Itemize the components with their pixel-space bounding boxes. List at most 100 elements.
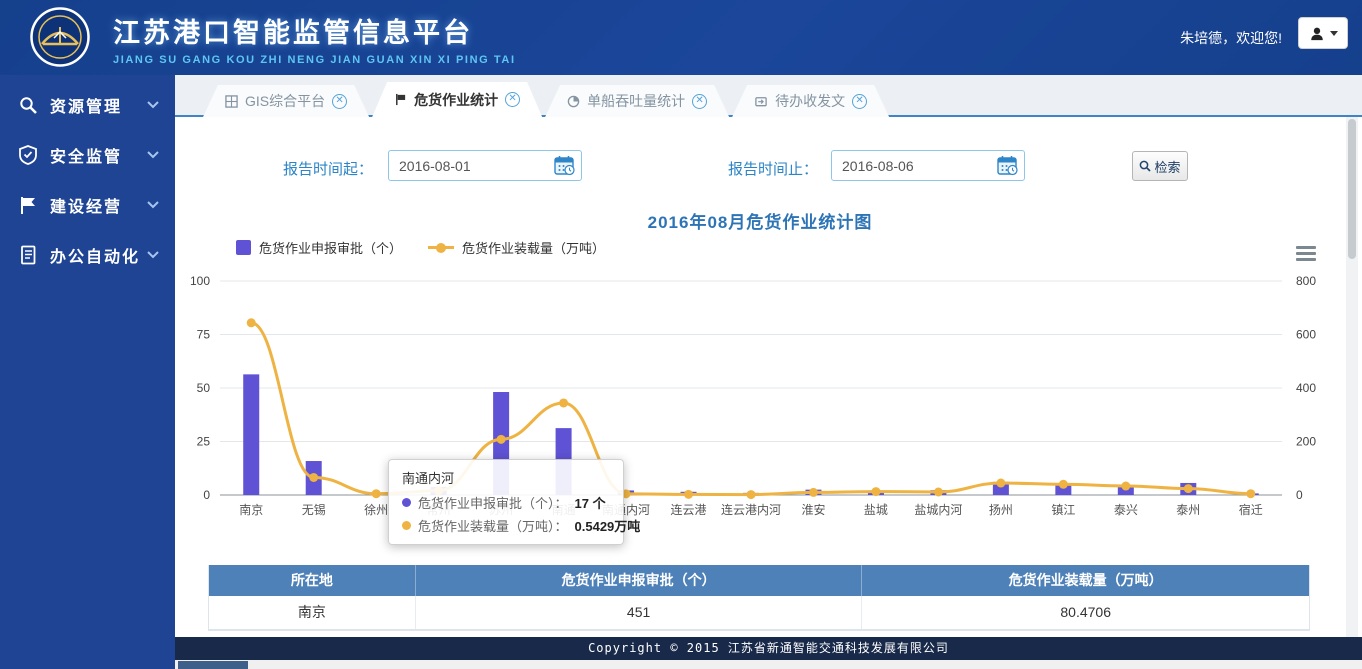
table-cell-location: 南京 (209, 596, 416, 629)
tab-close-icon[interactable]: ✕ (332, 94, 347, 109)
x-axis-label: 南京 (239, 502, 263, 517)
right-axis-tick: 0 (1296, 488, 1303, 502)
table-header: 危货作业申报审批（个） (416, 565, 863, 596)
sidebar-item-construction-operation[interactable]: 建设经营 (0, 180, 175, 230)
scrollbar-thumb[interactable] (1348, 119, 1356, 259)
statistics-chart[interactable]: 02550751000200400600800南京无锡徐州常州苏州南通南通内河连… (175, 230, 1355, 530)
bar-series-dot (402, 498, 411, 507)
taskbar-fragment (178, 661, 248, 669)
right-axis-tick: 800 (1296, 274, 1316, 288)
user-icon (1309, 25, 1325, 42)
sidebar-item-label: 资源管理 (50, 93, 147, 117)
tab-ship-throughput-stats[interactable]: 单船吞吐量统计 ✕ (545, 85, 729, 117)
line-point[interactable] (1246, 489, 1255, 498)
shield-icon (18, 145, 38, 165)
right-axis-tick: 200 (1296, 435, 1316, 449)
report-start-input[interactable] (388, 150, 582, 181)
sidebar-nav: 资源管理 安全监管 建设经营 (0, 75, 175, 669)
x-axis-label: 淮安 (801, 502, 825, 517)
sidebar-item-safety-supervision[interactable]: 安全监管 (0, 130, 175, 180)
tooltip-label: 危货作业装载量（万吨）： (418, 516, 568, 535)
sidebar-item-resource-management[interactable]: 资源管理 (0, 80, 175, 130)
top-header: 江苏港口智能监管信息平台 JIANG SU GANG KOU ZHI NENG … (0, 0, 1362, 75)
flag-icon (18, 195, 38, 215)
tab-gis-platform[interactable]: GIS综合平台 ✕ (203, 85, 369, 117)
x-axis-label: 徐州 (364, 502, 388, 517)
application-window: 江苏港口智能监管信息平台 JIANG SU GANG KOU ZHI NENG … (0, 0, 1362, 669)
tab-label: 危货作业统计 (414, 90, 498, 110)
x-axis-label: 无锡 (302, 502, 326, 517)
chevron-down-icon (147, 151, 159, 159)
right-axis-tick: 400 (1296, 381, 1316, 395)
line-point[interactable] (247, 318, 256, 327)
left-axis-tick: 75 (197, 328, 211, 342)
report-start-label: 报告时间起： (283, 158, 373, 179)
tooltip-value: 0.5429万吨 (575, 516, 641, 535)
left-axis-tick: 100 (190, 274, 210, 288)
tab-label: GIS综合平台 (245, 91, 325, 111)
x-axis-label: 宿迁 (1239, 502, 1263, 517)
resource-management-icon (18, 95, 38, 115)
tooltip-label: 危货作业申报审批（个）： (418, 493, 568, 512)
tab-dangerous-goods-stats[interactable]: 危货作业统计 ✕ (372, 82, 542, 117)
tooltip-row: 危货作业申报审批（个）： 17 个 (402, 493, 610, 512)
bar[interactable] (243, 374, 259, 495)
line-point[interactable] (1059, 480, 1068, 489)
line-point[interactable] (809, 488, 818, 497)
welcome-text: 朱培德，欢迎您! (1180, 28, 1282, 48)
line-point[interactable] (747, 490, 756, 499)
x-axis-label: 泰兴 (1114, 503, 1138, 517)
sidebar-item-label: 安全监管 (50, 143, 147, 167)
tab-close-icon[interactable]: ✕ (692, 94, 707, 109)
table-header: 所在地 (209, 565, 416, 596)
document-icon (18, 245, 38, 265)
search-button[interactable]: 检索 (1132, 151, 1188, 181)
calendar-icon[interactable] (554, 155, 576, 176)
line-point[interactable] (497, 435, 506, 444)
x-axis-label: 镇江 (1051, 503, 1075, 517)
tab-close-icon[interactable]: ✕ (852, 94, 867, 109)
tooltip-value: 17 个 (575, 493, 606, 512)
table-cell-load: 80.4706 (862, 596, 1309, 629)
line-point[interactable] (996, 479, 1005, 488)
line-point[interactable] (559, 398, 568, 407)
left-axis-tick: 50 (197, 381, 211, 395)
line-point[interactable] (871, 487, 880, 496)
pie-chart-icon (567, 95, 580, 108)
line-point[interactable] (1184, 484, 1193, 493)
x-axis-label: 盐城 (864, 503, 888, 517)
tab-label: 单船吞吐量统计 (587, 91, 685, 111)
line-point[interactable] (684, 490, 693, 499)
line-point[interactable] (372, 489, 381, 498)
sidebar-item-label: 办公自动化 (50, 243, 147, 267)
grid-icon (225, 95, 238, 108)
chevron-down-icon (147, 101, 159, 109)
tab-pending-documents[interactable]: 待办收发文 ✕ (732, 85, 889, 117)
report-end-input[interactable] (831, 150, 1025, 181)
line-point[interactable] (934, 488, 943, 497)
calendar-icon[interactable] (997, 155, 1019, 176)
tab-close-icon[interactable]: ✕ (505, 92, 520, 107)
app-title: 江苏港口智能监管信息平台 (113, 11, 516, 50)
table-header-row: 所在地 危货作业申报审批（个） 危货作业装载量（万吨） (209, 565, 1309, 596)
chevron-down-icon (147, 201, 159, 209)
search-button-label: 检索 (1154, 157, 1180, 176)
content-scrollbar[interactable] (1346, 117, 1358, 637)
x-axis-label: 连云港 (671, 502, 707, 517)
platform-logo (30, 7, 90, 67)
table-header: 危货作业装载量（万吨） (862, 565, 1309, 596)
left-axis-tick: 25 (197, 435, 211, 449)
line-point[interactable] (1121, 482, 1130, 491)
line-point[interactable] (309, 473, 318, 482)
tab-bar: GIS综合平台 ✕ 危货作业统计 ✕ 单船吞吐量统计 ✕ (175, 75, 1362, 117)
table-cell-approvals: 451 (416, 596, 863, 629)
sidebar-item-office-automation[interactable]: 办公自动化 (0, 230, 175, 280)
user-menu-button[interactable] (1298, 17, 1348, 49)
app-subtitle: JIANG SU GANG KOU ZHI NENG JIAN GUAN XIN… (113, 54, 516, 66)
sidebar-item-label: 建设经营 (50, 193, 147, 217)
search-icon (1139, 160, 1151, 172)
statistics-table: 所在地 危货作业申报审批（个） 危货作业装载量（万吨） 南京 451 80.47… (208, 565, 1310, 631)
x-axis-label: 盐城内河 (914, 503, 962, 517)
chart-toolbox-icon[interactable] (1296, 246, 1316, 264)
chart-tooltip: 南通内河 危货作业申报审批（个）： 17 个 危货作业装载量（万吨）： 0.54… (388, 459, 624, 545)
